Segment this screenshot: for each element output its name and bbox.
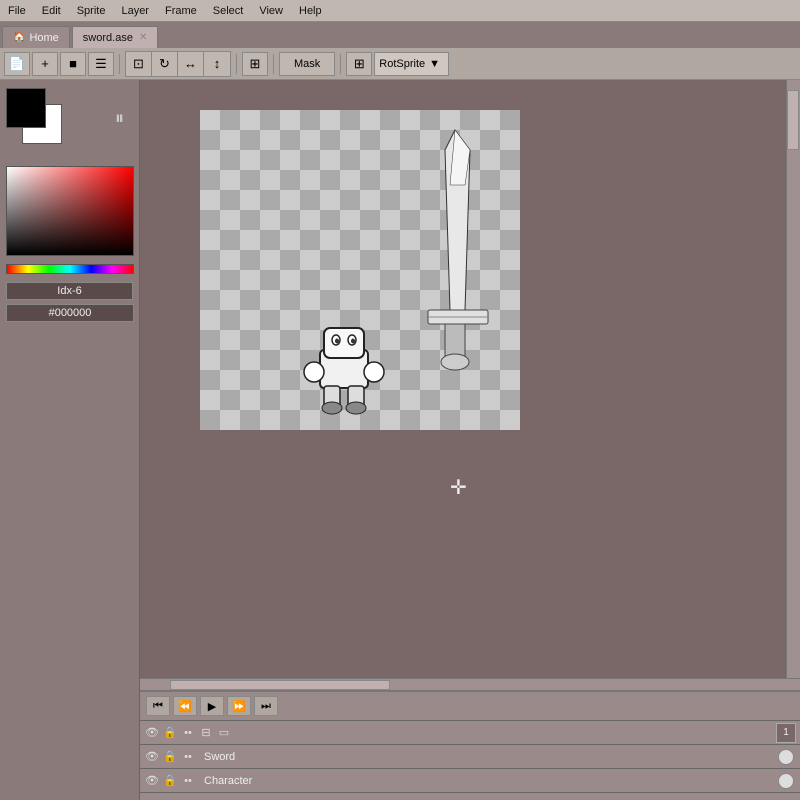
layer-row-sword[interactable]: 👁 🔒 •• Sword (140, 745, 800, 769)
timeline-prev-button[interactable]: ⏪ (173, 696, 197, 716)
sword-lock-icon[interactable]: 🔒 (162, 749, 178, 765)
menu-select[interactable]: Select (205, 3, 252, 19)
toolbar-separator-3 (273, 54, 274, 74)
toolbar-separator-2 (236, 54, 237, 74)
menu-frame[interactable]: Frame (157, 3, 205, 19)
color-swatch-area: ⏸ (6, 88, 124, 156)
color-gradient-picker[interactable] (6, 166, 134, 256)
canvas-viewport (200, 110, 520, 430)
new-file-button[interactable]: 📄 (4, 52, 30, 76)
sword-layer-dot (778, 749, 794, 765)
layer-lock-icon[interactable]: 🔒 (162, 725, 178, 741)
tab-bar: 🏠 Home sword.ase ✕ (0, 22, 800, 48)
layer-visibility-group-icon: 👁 🔒 •• ⊟ ▭ (140, 725, 236, 741)
tab-sword[interactable]: sword.ase ✕ (72, 26, 159, 48)
character-layer-name: Character (200, 775, 778, 787)
save-button[interactable]: ■ (60, 52, 86, 76)
transform-tool-group: ⊡ ↻ ↔ ↕ (125, 51, 231, 77)
vertical-scrollbar[interactable] (786, 80, 800, 678)
sword-eye-icon[interactable]: 👁 (144, 749, 160, 765)
tab-home[interactable]: 🏠 Home (2, 26, 70, 48)
layer-row-group[interactable]: 👁 🔒 •• ⊟ ▭ 1 (140, 721, 800, 745)
menu-edit[interactable]: Edit (34, 3, 69, 19)
menu-help[interactable]: Help (291, 3, 330, 19)
layer-row-character[interactable]: 👁 🔒 •• Character (140, 769, 800, 793)
menu-layer[interactable]: Layer (113, 3, 157, 19)
foreground-color-swatch[interactable] (6, 88, 46, 128)
rotation-mode-select[interactable]: RotSprite ▼ (374, 52, 449, 76)
toolbar-separator-1 (119, 54, 120, 74)
menu-sprite[interactable]: Sprite (69, 3, 114, 19)
flip-h-button[interactable]: ↔ (178, 52, 204, 76)
tab-close-icon[interactable]: ✕ (139, 32, 147, 43)
layers-panel: 👁 🔒 •• ⊟ ▭ 1 👁 🔒 •• S (140, 721, 800, 793)
pixel-grid-button[interactable]: ⊞ (346, 52, 372, 76)
layer-collapse-icon[interactable]: ⊟ (198, 725, 214, 741)
left-panel: ⏸ Idx-6 #000000 (0, 80, 140, 800)
select-tool-button[interactable]: ⊡ (126, 52, 152, 76)
hue-slider[interactable] (6, 264, 134, 274)
rotation-mode-dropdown-icon[interactable]: ▼ (429, 58, 440, 70)
palette-label-row: Idx-6 (6, 282, 133, 300)
rotation-mode-label: RotSprite (379, 58, 425, 70)
canvas-scroll-area[interactable]: ✛ (140, 80, 800, 678)
canvas-container: ✛ ⏮ ⏪ ▶ ⏩ ⏭ � (140, 80, 800, 800)
canvas-cursor: ✛ (450, 475, 467, 500)
timeline-play-button[interactable]: ▶ (200, 696, 224, 716)
tab-home-label: Home (29, 32, 58, 44)
character-link-icon[interactable]: •• (180, 773, 196, 789)
open-file-button[interactable]: + (32, 52, 58, 76)
sword-layer-icons: 👁 🔒 •• (140, 749, 200, 765)
character-layer-icons: 👁 🔒 •• (140, 773, 200, 789)
rotate-tool-button[interactable]: ↻ (152, 52, 178, 76)
layer-frame-badge: 1 (776, 723, 796, 743)
character-eye-icon[interactable]: 👁 (144, 773, 160, 789)
layer-frame-icon[interactable]: ▭ (216, 725, 232, 741)
character-layer-dot (778, 773, 794, 789)
horizontal-scrollbar-thumb[interactable] (170, 680, 390, 690)
toolbar: 📄 + ■ ☰ ⊡ ↻ ↔ ↕ ⊞ Mask ⊞ RotSprite ▼ (0, 48, 800, 80)
menu-button[interactable]: ☰ (88, 52, 114, 76)
checkerboard-bg (200, 110, 520, 430)
hex-color-value[interactable]: #000000 (6, 304, 134, 322)
grid-button[interactable]: ⊞ (242, 52, 268, 76)
layer-eye-icon[interactable]: 👁 (144, 725, 160, 741)
menu-view[interactable]: View (251, 3, 291, 19)
toolbar-separator-4 (340, 54, 341, 74)
sword-link-icon[interactable]: •• (180, 749, 196, 765)
hex-value-row: #000000 (6, 304, 133, 322)
timeline-controls: ⏮ ⏪ ▶ ⏩ ⏭ (140, 692, 800, 721)
palette-name-button[interactable]: Idx-6 (6, 282, 133, 300)
menu-bar: File Edit Sprite Layer Frame Select View… (0, 0, 800, 22)
flip-v-button[interactable]: ↕ (204, 52, 230, 76)
character-lock-icon[interactable]: 🔒 (162, 773, 178, 789)
bottom-panel: ⏮ ⏪ ▶ ⏩ ⏭ 👁 🔒 •• ⊟ ▭ 1 (140, 690, 800, 800)
horizontal-scrollbar[interactable] (140, 678, 800, 690)
timeline-last-button[interactable]: ⏭ (254, 696, 278, 716)
menu-file[interactable]: File (0, 3, 34, 19)
tab-sword-label: sword.ase (83, 32, 133, 44)
timeline-next-button[interactable]: ⏩ (227, 696, 251, 716)
sword-layer-name: Sword (200, 751, 778, 763)
layer-link-icon[interactable]: •• (180, 725, 196, 741)
vertical-scrollbar-thumb[interactable] (787, 90, 799, 150)
timeline-first-button[interactable]: ⏮ (146, 696, 170, 716)
home-tab-icon: 🏠 (13, 32, 25, 43)
pause-icon: ⏸ (115, 108, 124, 129)
mask-button[interactable]: Mask (279, 52, 335, 76)
main-area: ⏸ Idx-6 #000000 (0, 80, 800, 800)
